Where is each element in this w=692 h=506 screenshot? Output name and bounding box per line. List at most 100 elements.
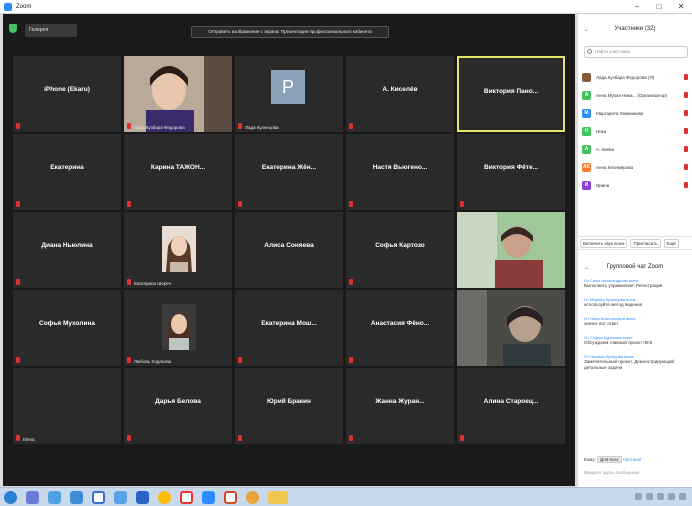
- muted-mic-icon: [16, 435, 20, 441]
- participant-row-name: Анна Кесемерова: [596, 164, 634, 170]
- participant-row[interactable]: А А. Каёва: [582, 140, 692, 158]
- tray-icon[interactable]: [635, 493, 642, 500]
- participant-tile[interactable]: Алина Староец...: [457, 368, 565, 444]
- active-speaker-tile[interactable]: Виктория Пано...: [457, 56, 565, 132]
- collapse-chevron-icon[interactable]: ⌄: [584, 264, 589, 271]
- participant-tile[interactable]: P Лада Кузнецова: [235, 56, 343, 132]
- participant-row[interactable]: Лада Кузбара Федорова (Я): [582, 68, 692, 86]
- tray-icon[interactable]: [679, 493, 686, 500]
- participant-photo-tile[interactable]: Екатерина Шереч: [124, 212, 232, 288]
- participant-tile[interactable]: Софья Мухолина: [13, 290, 121, 366]
- participant-tile[interactable]: Карина ТАЖОН...: [124, 134, 232, 210]
- invite-button[interactable]: Пригласить: [630, 238, 661, 248]
- collapse-chevron-icon[interactable]: ⌄: [584, 26, 589, 33]
- muted-mic-icon: [349, 201, 353, 207]
- participant-name: Диана Ньюлина: [41, 242, 93, 249]
- participant-row[interactable]: АК Анна Кесемерова: [582, 158, 692, 176]
- participant-tile[interactable]: Софья Картозо: [346, 212, 454, 288]
- taskbar-app-icon[interactable]: [246, 491, 259, 504]
- taskbar-word-icon[interactable]: [92, 491, 105, 504]
- muted-mic-icon: [127, 201, 131, 207]
- participant-name: Настя Вьюгено...: [372, 164, 428, 171]
- participant-tile[interactable]: Екатерина Жён...: [235, 134, 343, 210]
- taskbar-app-icon[interactable]: [136, 491, 149, 504]
- participant-photo-tile[interactable]: Любовь Ходякова: [124, 290, 232, 366]
- muted-mic-icon: [349, 123, 353, 129]
- taskbar-app-icon[interactable]: [48, 491, 61, 504]
- participant-tile[interactable]: Юрий Бракин: [235, 368, 343, 444]
- chat-message: От Наташа Кучерова всем: Замечательный п…: [584, 354, 688, 371]
- participant-name: Софья Мухолина: [39, 320, 95, 327]
- participant-tile[interactable]: Дарья Белова: [124, 368, 232, 444]
- participant-name: Виктория Пано...: [483, 88, 539, 95]
- maximize-button[interactable]: □: [648, 2, 670, 11]
- taskbar-app-icon[interactable]: [114, 491, 127, 504]
- muted-mic-icon: [684, 74, 688, 80]
- taskbar-app-icon[interactable]: [26, 491, 39, 504]
- muted-mic-icon: [16, 357, 20, 363]
- more-button[interactable]: Ещё: [663, 238, 679, 248]
- participant-row[interactable]: Н Ника: [582, 122, 692, 140]
- participant-tile[interactable]: Виктория Фёте...: [457, 134, 565, 210]
- participant-tile[interactable]: Алиса Соняева: [235, 212, 343, 288]
- participants-title: Участники (32): [614, 26, 656, 32]
- participant-row[interactable]: М Маргарита Люмникова: [582, 104, 692, 122]
- chat-recipient-select[interactable]: Для всех: [597, 456, 622, 463]
- muted-mic-icon: [127, 279, 131, 285]
- participant-tile[interactable]: Диана Ньюлина: [13, 212, 121, 288]
- chat-input[interactable]: Введите здесь сообщение...: [584, 470, 643, 475]
- chat-message: От Марина Кузнецова всем: используйте ме…: [584, 297, 688, 308]
- muted-mic-icon: [16, 279, 20, 285]
- start-button-icon[interactable]: [4, 491, 17, 504]
- tray-icon[interactable]: [668, 493, 675, 500]
- participant-tile[interactable]: А. Киселёв: [346, 56, 454, 132]
- participant-video-tile[interactable]: Лада Кузбара Федорова: [124, 56, 232, 132]
- search-placeholder: Найти участника: [595, 49, 631, 54]
- security-shield-icon[interactable]: [9, 24, 17, 33]
- chat-private-label[interactable]: Частный: [623, 457, 641, 462]
- tray-icon[interactable]: [657, 493, 664, 500]
- participant-name: Дарья Белова: [155, 398, 201, 405]
- muted-mic-icon: [684, 110, 688, 116]
- muted-mic-icon: [238, 357, 242, 363]
- participant-video-tile[interactable]: [457, 290, 565, 366]
- taskbar-yandex-icon[interactable]: [180, 491, 193, 504]
- participant-name: Алиса Соняева: [264, 242, 314, 249]
- participant-row-name: Маргарита Люмникова: [596, 110, 644, 116]
- taskbar-chrome-icon[interactable]: [158, 491, 171, 504]
- participant-video-tile[interactable]: [457, 212, 565, 288]
- zoom-app-icon: [4, 2, 12, 11]
- participant-row[interactable]: И Ирина: [582, 176, 692, 194]
- participant-tile[interactable]: iPhone (Ekaru): [13, 56, 121, 132]
- gallery-view-button[interactable]: Галерея: [25, 24, 77, 37]
- unmute-all-button[interactable]: Включить звук всем: [580, 238, 628, 248]
- avatar: И: [582, 180, 591, 190]
- close-button[interactable]: ✕: [670, 2, 692, 11]
- participant-row[interactable]: А Анна Мухая Ника... (Организатор): [582, 86, 692, 104]
- participant-name: Екатерина Мош...: [261, 320, 317, 327]
- avatar: АК: [582, 162, 591, 172]
- webcam-video: [457, 290, 565, 366]
- participant-name: Лада Кузнецова: [245, 125, 279, 130]
- taskbar-app-icon[interactable]: [70, 491, 83, 504]
- muted-mic-icon: [684, 146, 688, 152]
- participant-tile[interactable]: Elena: [13, 368, 121, 444]
- participant-tile[interactable]: Настя Вьюгено...: [346, 134, 454, 210]
- participant-tile[interactable]: Жанна Журан...: [346, 368, 454, 444]
- participant-tile[interactable]: Екатерина: [13, 134, 121, 210]
- participant-row-name: Анна Мухая Ника... (Организатор): [596, 92, 668, 98]
- taskbar-powerpoint-icon[interactable]: [224, 491, 237, 504]
- participant-list: Лада Кузбара Федорова (Я) А Анна Мухая Н…: [582, 68, 692, 194]
- taskbar-folder-icon[interactable]: [268, 491, 288, 504]
- participant-tile[interactable]: Екатерина Мош...: [235, 290, 343, 366]
- participant-tile[interactable]: Анастасия Фёно...: [346, 290, 454, 366]
- muted-mic-icon: [238, 201, 242, 207]
- taskbar-zoom-icon[interactable]: [202, 491, 215, 504]
- chat-text: значит вот ответ: [584, 321, 619, 326]
- tray-icon[interactable]: [646, 493, 653, 500]
- participant-name: Elena: [23, 437, 35, 442]
- windows-taskbar: [0, 487, 692, 506]
- participant-search-input[interactable]: Найти участника: [584, 46, 688, 58]
- minimize-button[interactable]: –: [626, 2, 648, 11]
- muted-mic-icon: [684, 128, 688, 134]
